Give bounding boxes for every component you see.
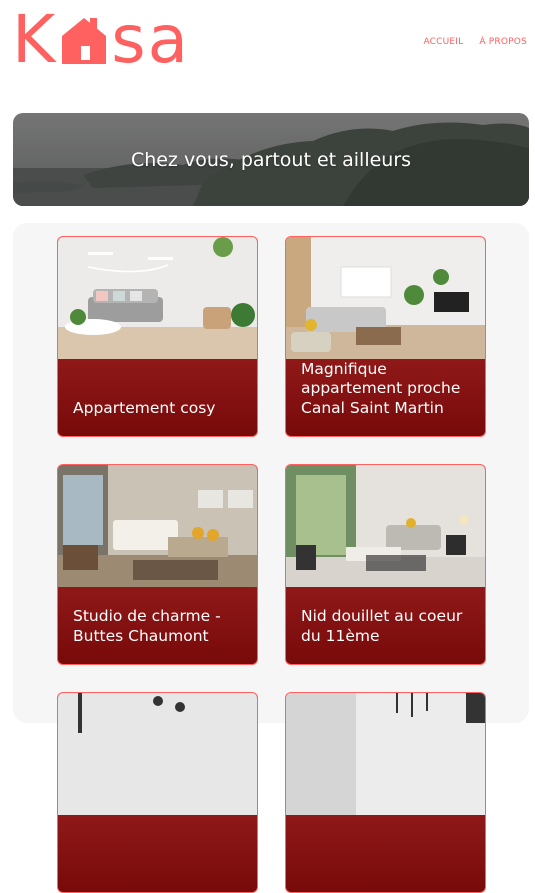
nav-a-propos-link[interactable]: À PROPOS [479,37,527,47]
listing-card[interactable] [57,692,258,893]
listing-photo [58,237,257,359]
listing-title: Studio de charme - Buttes Chaumont [73,607,221,645]
house-icon [62,18,107,64]
listing-photo [58,465,257,587]
site-header: K s a ACCUEIL À PROPOS [0,0,535,90]
hero-banner: Chez vous, partout et ailleurs [13,113,529,206]
logo-letter-s: s [111,1,148,78]
listing-photo [286,465,485,587]
listing-photo [58,693,257,815]
listings-gallery: Appartement cosy Magnifique appartement … [13,223,529,893]
listing-card[interactable]: Studio de charme - Buttes Chaumont [57,464,258,665]
listing-title: Appartement cosy [73,398,216,417]
logo-letter-k: K [12,1,58,78]
banner-title: Chez vous, partout et ailleurs [130,148,412,171]
listing-card[interactable]: Nid douillet au coeur du 11ème [285,464,486,665]
listing-card[interactable]: Magnifique appartement proche Canal Sain… [285,236,486,437]
listing-photo [286,693,485,815]
nav-accueil-link[interactable]: ACCUEIL [423,37,463,47]
listing-title: Nid douillet au coeur du 11ème [301,607,463,645]
listing-title: Magnifique appartement proche Canal Sain… [301,359,461,417]
logo-letter-a: a [147,1,191,78]
listing-card[interactable]: Appartement cosy [57,236,258,437]
listing-card[interactable] [285,692,486,893]
main-nav: ACCUEIL À PROPOS [423,37,527,47]
kasa-logo[interactable]: K s a [12,1,191,78]
listing-photo [286,237,485,359]
